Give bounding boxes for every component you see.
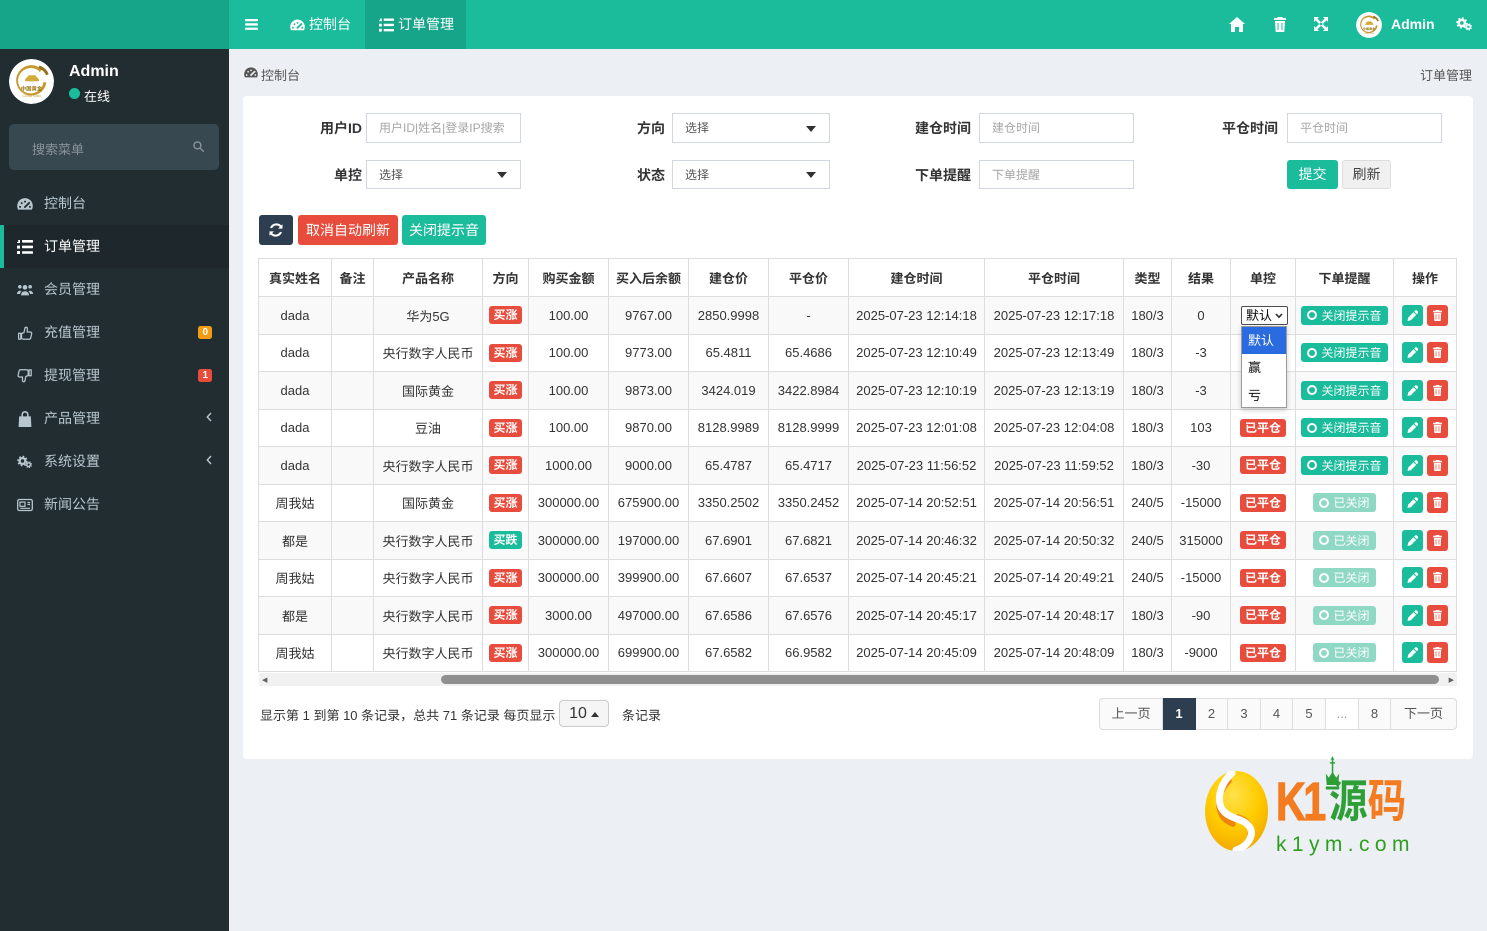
svg-text:China Gold: China Gold xyxy=(1364,33,1375,35)
svg-text:China Gold: China Gold xyxy=(23,94,41,98)
svg-text:中国黄金: 中国黄金 xyxy=(1363,27,1376,31)
svg-text:中国黄金: 中国黄金 xyxy=(21,86,43,93)
